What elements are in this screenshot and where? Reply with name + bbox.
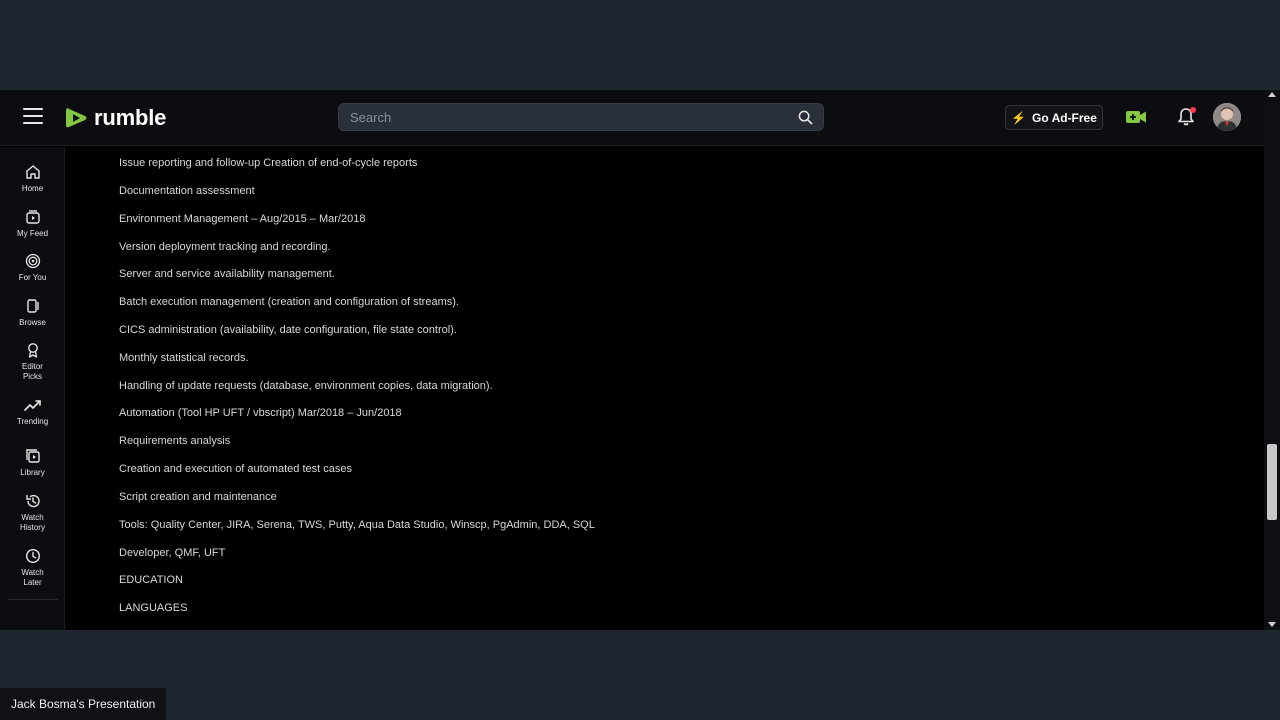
sidebar-item-trending[interactable]: Trending [0,397,65,427]
sidebar-item-label: Editor Picks [22,362,43,381]
feed-icon [25,210,40,224]
main-content: Issue reporting and follow-up Creation o… [66,147,1264,630]
logo-wordmark: rumble [94,105,167,130]
menu-icon[interactable] [23,108,43,126]
sidebar-item-my-feed[interactable]: My Feed [0,209,65,239]
sidebar-item-for-you[interactable]: For You [0,253,65,283]
content-line: CICS administration (availability, date … [119,324,457,336]
home-icon [25,165,40,179]
sidebar-item-label: Library [20,468,45,477]
upload-video-icon[interactable] [1125,108,1147,131]
scroll-up-arrow-icon[interactable] [1268,92,1276,97]
content-line: Server and service availability manageme… [119,268,335,280]
content-line: Handling of update requests (database, e… [119,380,493,392]
sidebar-item-label: Trending [16,417,49,426]
go-ad-free-label: Go Ad-Free [1032,110,1097,125]
top-header: rumble ⚡ Go Ad-Free [0,90,1264,146]
sidebar-item-browse[interactable]: Browse [0,298,65,328]
scroll-down-arrow-icon[interactable] [1268,622,1276,627]
scrollbar-thumb[interactable] [1267,444,1277,520]
content-line: Monthly statistical records. [119,352,249,364]
sidebar-item-label: Browse [19,318,46,327]
content-line: Requirements analysis [119,435,231,447]
presentation-stage: rumble ⚡ Go Ad-Free [0,0,1280,720]
clock-icon [25,548,40,564]
history-icon [25,494,40,508]
search-bar [338,103,824,131]
bolt-icon: ⚡ [1011,110,1027,125]
content-line: Creation and execution of automated test… [119,463,352,475]
content-line: Batch execution management (creation and… [119,296,459,308]
sidebar-item-label: My Feed [16,229,49,238]
library-icon [25,449,40,463]
presenter-caption: Jack Bosma's Presentation [0,688,167,720]
content-line: Environment Management – Aug/2015 – Mar/… [119,213,366,225]
target-icon [25,253,40,269]
go-ad-free-button[interactable]: ⚡ Go Ad-Free [1005,105,1103,130]
content-line: Version deployment tracking and recordin… [119,241,331,253]
rumble-logo[interactable]: rumble [63,103,166,133]
trending-icon [23,400,41,411]
sidebar-item-label: Watch Later [21,568,44,587]
sidebar-item-editor-picks[interactable]: Editor Picks [0,342,65,382]
content-line: Developer, QMF, UFT [119,547,226,559]
sidebar-item-label: For You [18,273,47,282]
search-input[interactable] [339,109,791,125]
browser-viewport: rumble ⚡ Go Ad-Free [0,90,1280,630]
sidebar-item-watch-later[interactable]: Watch Later [0,548,65,588]
sidebar-item-library[interactable]: Library [0,448,65,478]
content-line: Issue reporting and follow-up Creation o… [119,157,418,169]
sidebar-item-label: Watch History [20,513,45,532]
user-avatar[interactable] [1213,103,1241,131]
sidebar-divider [8,599,58,600]
sidebar-item-watch-history[interactable]: Watch History [0,493,65,533]
browse-icon [26,299,39,313]
content-line: EDUCATION [119,574,183,586]
award-icon [27,343,38,358]
search-icon[interactable] [791,103,819,131]
content-line: LANGUAGES [119,602,188,614]
content-line: Tools: Quality Center, JIRA, Serena, TWS… [119,519,595,531]
sidebar-item-home[interactable]: Home [0,164,65,194]
rumble-play-icon [66,108,87,128]
content-line: Script creation and maintenance [119,491,277,503]
notification-badge [1190,107,1196,113]
page-scrollbar[interactable] [1264,90,1280,630]
content-line: Automation (Tool HP UFT / vbscript) Mar/… [119,407,402,419]
content-line: Documentation assessment [119,185,255,197]
left-sidebar: Home My Feed For You Browse Editor Picks… [0,147,65,630]
sidebar-item-label: Home [21,184,44,193]
